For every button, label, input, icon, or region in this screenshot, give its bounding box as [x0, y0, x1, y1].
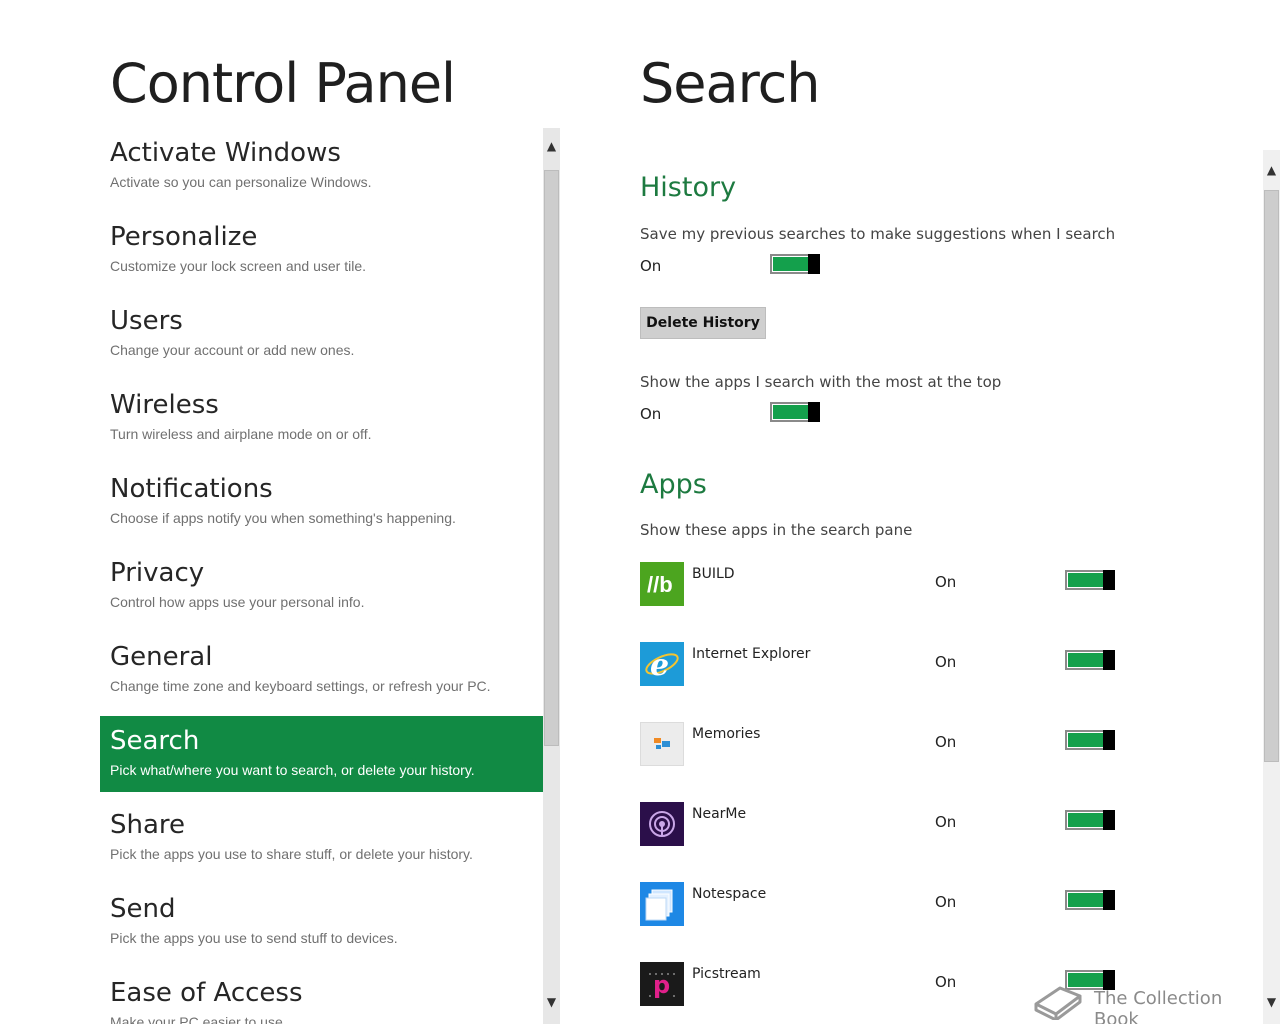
notespace-icon [640, 882, 684, 926]
app-state-internet-explorer: On [935, 653, 957, 671]
app-state-notespace: On [935, 893, 957, 911]
section-title: Search [640, 52, 821, 115]
category-title: Notifications [110, 474, 273, 504]
save-searches-state: On [640, 257, 662, 275]
category-share[interactable]: Share Pick the apps you use to share stu… [100, 800, 543, 876]
app-state-memories: On [935, 733, 957, 751]
save-searches-label: Save my previous searches to make sugges… [640, 225, 1116, 243]
category-list: Activate Windows Activate so you can per… [100, 128, 543, 1024]
app-state-nearme: On [935, 813, 957, 831]
watermark: The Collection Book [1030, 974, 1270, 1024]
svg-text:e: e [650, 648, 669, 683]
show-apps-toggle[interactable] [770, 402, 820, 422]
category-title: Send [110, 894, 176, 924]
category-title: Ease of Access [110, 978, 303, 1008]
app-state-picstream: On [935, 973, 957, 991]
category-description: Turn wireless and airplane mode on or of… [110, 426, 372, 442]
scroll-thumb[interactable] [544, 170, 559, 746]
category-title: Share [110, 810, 186, 840]
app-name: NearMe [692, 806, 747, 822]
category-title: General [110, 642, 213, 672]
svg-text://b: //b [647, 572, 673, 597]
apps-heading: Apps [640, 469, 707, 500]
app-name: Memories [692, 726, 761, 742]
category-description: Pick the apps you use to share stuff, or… [110, 846, 473, 862]
app-row-nearme: NearMe [640, 802, 1120, 848]
build-icon: //b [640, 562, 684, 606]
internet-explorer-icon: e [640, 642, 684, 686]
category-general[interactable]: General Change time zone and keyboard se… [100, 632, 543, 708]
delete-history-button[interactable]: Delete History [640, 307, 766, 339]
category-title: Search [110, 726, 200, 756]
watermark-text: The Collection Book [1094, 988, 1223, 1024]
category-send[interactable]: Send Pick the apps you use to send stuff… [100, 884, 543, 960]
category-title: Users [110, 306, 183, 336]
category-activate-windows[interactable]: Activate Windows Activate so you can per… [100, 128, 543, 204]
nearme-icon [640, 802, 684, 846]
apps-description: Show these apps in the search pane [640, 521, 913, 539]
scroll-thumb[interactable] [1264, 190, 1279, 762]
category-description: Control how apps use your personal info. [110, 594, 365, 610]
svg-text:p: p [653, 971, 670, 999]
settings-scrollbar[interactable]: ▲ ▼ [1263, 150, 1280, 1024]
category-description: Change your account or add new ones. [110, 342, 355, 358]
category-description: Pick the apps you use to send stuff to d… [110, 930, 398, 946]
memories-icon [640, 722, 684, 766]
category-notifications[interactable]: Notifications Choose if apps notify you … [100, 464, 543, 540]
app-state-build: On [935, 573, 957, 591]
category-users[interactable]: Users Change your account or add new one… [100, 296, 543, 372]
save-searches-toggle[interactable] [770, 254, 820, 274]
app-row-memories: Memories [640, 722, 1120, 768]
scroll-up-icon[interactable]: ▲ [1263, 162, 1280, 179]
app-toggle-memories[interactable] [1065, 730, 1115, 750]
book-icon [1034, 986, 1082, 1022]
scroll-up-icon[interactable]: ▲ [543, 138, 560, 155]
category-title: Activate Windows [110, 138, 341, 168]
app-name: Notespace [692, 886, 767, 902]
page-title: Control Panel [110, 52, 456, 115]
category-description: Pick what/where you want to search, or d… [110, 762, 475, 778]
show-apps-state: On [640, 405, 662, 423]
category-description: Change time zone and keyboard settings, … [110, 678, 491, 694]
app-toggle-internet-explorer[interactable] [1065, 650, 1115, 670]
app-name: BUILD [692, 566, 735, 582]
category-personalize[interactable]: Personalize Customize your lock screen a… [100, 212, 543, 288]
category-ease-of-access[interactable]: Ease of Access Make your PC easier to us… [100, 968, 543, 1024]
category-description: Activate so you can personalize Windows. [110, 174, 372, 190]
picstream-icon: p [640, 962, 684, 1006]
app-name: Picstream [692, 966, 761, 982]
history-heading: History [640, 172, 737, 203]
category-list-scrollbar[interactable]: ▲ ▼ [543, 128, 560, 1024]
show-apps-label: Show the apps I search with the most at … [640, 373, 1002, 391]
app-row-internet-explorer: e Internet Explorer [640, 642, 1120, 688]
app-row-notespace: Notespace [640, 882, 1120, 928]
category-description: Make your PC easier to use. [110, 1014, 287, 1024]
category-privacy[interactable]: Privacy Control how apps use your person… [100, 548, 543, 624]
category-description: Choose if apps notify you when something… [110, 510, 456, 526]
scroll-down-icon[interactable]: ▼ [543, 994, 560, 1011]
app-toggle-notespace[interactable] [1065, 890, 1115, 910]
category-wireless[interactable]: Wireless Turn wireless and airplane mode… [100, 380, 543, 456]
app-toggle-nearme[interactable] [1065, 810, 1115, 830]
category-description: Customize your lock screen and user tile… [110, 258, 366, 274]
app-toggle-build[interactable] [1065, 570, 1115, 590]
app-name: Internet Explorer [692, 646, 811, 662]
category-title: Wireless [110, 390, 219, 420]
category-title: Privacy [110, 558, 205, 588]
app-row-build: //b BUILD [640, 562, 1120, 608]
category-title: Personalize [110, 222, 258, 252]
category-search[interactable]: Search Pick what/where you want to searc… [100, 716, 543, 792]
